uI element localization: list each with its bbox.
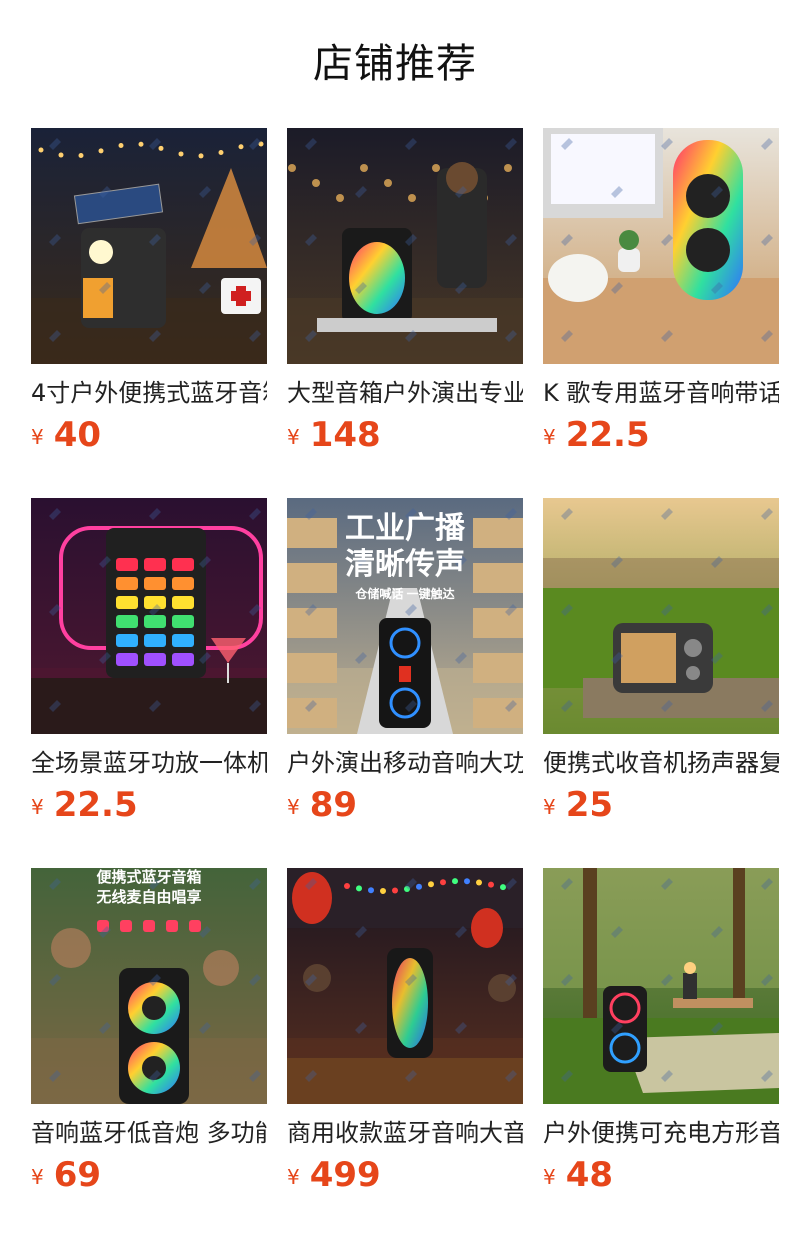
product-price: ¥69 (31, 1155, 267, 1195)
picnic-speaker-icon[interactable] (543, 868, 779, 1104)
product-card[interactable]: 便携式收音机扬声器复古 ¥25 (543, 498, 779, 825)
product-price: ¥22.5 (543, 415, 779, 455)
product-name[interactable]: 户外便携可充电方形音箱 (543, 1117, 779, 1149)
product-price: ¥499 (287, 1155, 523, 1195)
currency-symbol: ¥ (543, 795, 556, 819)
product-price: ¥25 (543, 785, 779, 825)
product-card[interactable]: 户外便携可充电方形音箱 ¥48 (543, 868, 779, 1195)
price-amount: 22.5 (565, 415, 650, 455)
currency-symbol: ¥ (287, 795, 300, 819)
product-price: ¥22.5 (31, 785, 267, 825)
currency-symbol: ¥ (543, 1165, 556, 1189)
product-name[interactable]: 音响蓝牙低音炮 多功能 (31, 1117, 267, 1149)
page-title: 店铺推荐 (313, 41, 477, 87)
price-amount: 89 (309, 785, 358, 825)
product-name[interactable]: 4寸户外便携式蓝牙音箱 (31, 377, 267, 409)
product-card[interactable]: 商用收款蓝牙音响大音量 ¥499 (287, 868, 523, 1195)
currency-symbol: ¥ (287, 1165, 300, 1189)
svg-text:便携式蓝牙音箱: 便携式蓝牙音箱 (96, 868, 201, 886)
svg-text:清晰传声: 清晰传声 (345, 548, 465, 581)
product-price: ¥40 (31, 415, 267, 455)
currency-symbol: ¥ (31, 795, 44, 819)
product-price: ¥48 (543, 1155, 779, 1195)
currency-symbol: ¥ (543, 425, 556, 449)
price-amount: 22.5 (53, 785, 138, 825)
product-card[interactable]: 全场景蓝牙功放一体机 ¥22.5 (31, 498, 267, 825)
product-name[interactable]: 商用收款蓝牙音响大音量 (287, 1117, 523, 1149)
solar-camping-speaker-icon[interactable] (31, 128, 267, 364)
svg-text:仓储喊话 一键触达: 仓储喊话 一键触达 (354, 586, 454, 601)
svg-text:无线麦自由唱享: 无线麦自由唱享 (95, 888, 201, 906)
product-card[interactable]: 大型音箱户外演出专业 ¥148 (287, 128, 523, 455)
product-card[interactable]: 4寸户外便携式蓝牙音箱 ¥40 (31, 128, 267, 455)
product-name[interactable]: 便携式收音机扬声器复古 (543, 747, 779, 779)
currency-symbol: ¥ (31, 425, 44, 449)
product-name[interactable]: 大型音箱户外演出专业 (287, 377, 523, 409)
product-name[interactable]: K 歌专用蓝牙音响带话筒 (543, 377, 779, 409)
currency-symbol: ¥ (31, 1165, 44, 1189)
warehouse-broadcast-speaker-icon[interactable]: 工业广播 清晰传声仓储喊话 一键触达 (287, 498, 523, 734)
product-price: ¥89 (287, 785, 523, 825)
retro-radio-field-icon[interactable] (543, 498, 779, 734)
night-market-speaker-icon[interactable] (287, 868, 523, 1104)
price-amount: 69 (53, 1155, 102, 1195)
dj-stage-speaker-icon[interactable] (287, 128, 523, 364)
product-card[interactable]: 便携式蓝牙音箱 无线麦自由唱享 音响蓝牙低音炮 多功能 ¥69 (31, 868, 267, 1195)
price-amount: 48 (565, 1155, 614, 1195)
svg-text:工业广播: 工业广播 (345, 512, 466, 545)
product-price: ¥148 (287, 415, 523, 455)
product-card[interactable]: K 歌专用蓝牙音响带话筒 ¥22.5 (543, 128, 779, 455)
price-amount: 25 (565, 785, 614, 825)
neon-bar-speaker-icon[interactable] (31, 498, 267, 734)
product-name[interactable]: 全场景蓝牙功放一体机 (31, 747, 267, 779)
price-amount: 499 (309, 1155, 381, 1195)
product-name[interactable]: 户外演出移动音响大功率 (287, 747, 523, 779)
price-amount: 40 (53, 415, 102, 455)
product-card[interactable]: 工业广播清晰传声仓储喊话 一键触达 户外演出移动音响大功率 ¥89 (287, 498, 523, 825)
party-trolley-speaker-icon[interactable]: 便携式蓝牙音箱 无线麦自由唱享 (31, 868, 267, 1104)
rgb-desk-speaker-icon[interactable] (543, 128, 779, 364)
price-amount: 148 (309, 415, 381, 455)
currency-symbol: ¥ (287, 425, 300, 449)
